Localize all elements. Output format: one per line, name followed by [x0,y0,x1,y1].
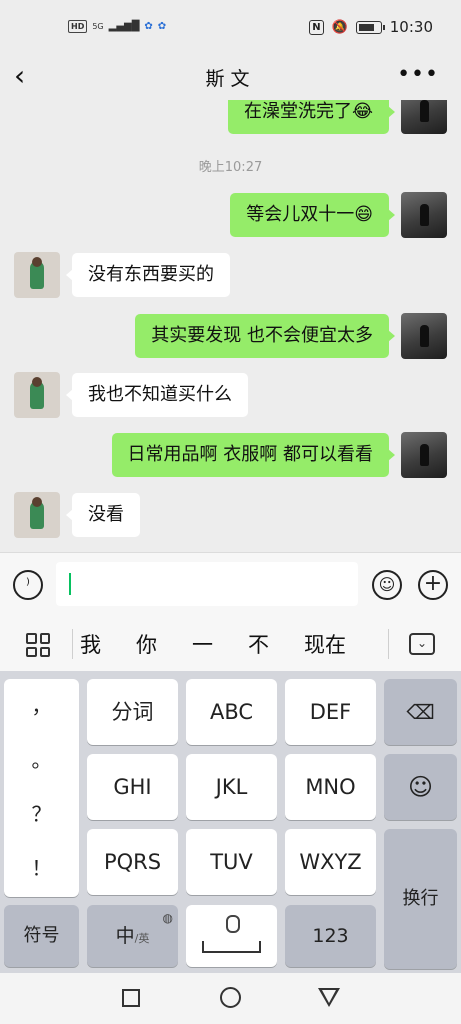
avatar-figure [420,204,429,226]
message-bubble-received[interactable]: 没看 [66,493,140,537]
battery-level [358,23,374,31]
battery-icon [355,20,385,34]
message-bubble-sent[interactable]: 其实要发现 也不会便宜太多 [135,314,395,358]
square-icon[interactable] [122,989,140,1007]
avatar-head [32,497,42,507]
my-avatar[interactable] [401,192,447,238]
candidate-word[interactable]: 我 [80,629,101,659]
avatar-figure [420,325,429,347]
divider [72,629,73,659]
key-tuv[interactable]: TUV [186,829,277,895]
space-mic-icon [226,915,240,933]
message-bubble-received[interactable]: 我也不知道买什么 [66,373,248,417]
lang-sub: /英 [134,932,150,945]
plus-icon[interactable]: + [418,570,448,600]
emoji-icon[interactable]: ☺ [372,570,402,600]
space-bar-mark [202,941,261,953]
key-wxyz[interactable]: WXYZ [285,829,376,895]
symbol-key[interactable]: 符号 [4,905,79,967]
punctuation-column: ， 。 ？ ！ [4,679,79,897]
enter-key[interactable]: 换行 [384,829,457,969]
lang-main: 中 [115,925,135,947]
circle-icon[interactable] [220,987,241,1008]
candidate-word[interactable]: 一 [192,629,213,659]
more-dots-icon[interactable]: ••• [397,62,439,87]
candidate-word[interactable]: 现在 [304,629,346,659]
key-jkl[interactable]: JKL [186,754,277,820]
contact-avatar[interactable] [14,372,60,418]
text-caret [69,573,71,595]
space-key[interactable] [186,905,277,967]
ime-candidate-bar: 我 你 一 不 现在 ⌄ [0,617,461,671]
message-list[interactable]: 在澡堂洗完了😂 晚上10:27 等会儿双十一😄 没有东西要买的 其实要发现 也不… [0,100,461,552]
avatar-head [32,257,42,267]
candidate-list: 我 你 一 不 现在 [80,629,381,659]
language-toggle-key[interactable]: 中/英 ◍ [87,905,178,967]
chat-header: ‹ 斯文 ••• [0,56,461,100]
message-input[interactable] [56,562,358,606]
key-fenci[interactable]: 分词 [87,679,178,745]
divider [388,629,389,659]
clock: 10:30 [389,18,433,36]
message-bubble-sent[interactable]: 等会儿双十一😄 [230,193,395,237]
status-right: N 🔕 10:30 [309,18,433,36]
candidate-word[interactable]: 不 [248,629,269,659]
key-ghi[interactable]: GHI [87,754,178,820]
paw-icon: ✿ [144,21,153,32]
input-bar: ⁾ ☺ + [0,552,461,617]
hd-badge: HD [68,20,88,33]
message-bubble-sent[interactable]: 在澡堂洗完了😂 [227,100,396,134]
voice-icon[interactable]: ⁾ [13,570,43,600]
globe-icon: ◍ [162,911,173,925]
my-avatar[interactable] [401,100,447,134]
timestamp: 晚上10:27 [198,160,263,175]
key-def[interactable]: DEF [285,679,376,745]
key-abc[interactable]: ABC [186,679,277,745]
punct-key[interactable]: 。 [4,733,79,787]
status-left: HD 5G ▂▄▆█ ✿ ✿ [68,20,166,33]
my-avatar[interactable] [401,432,447,478]
punct-key[interactable]: ？ [4,787,79,841]
message-bubble-sent[interactable]: 日常用品啊 衣服啊 都可以看看 [111,433,396,477]
contact-avatar[interactable] [14,492,60,538]
message-bubble-received[interactable]: 没有东西要买的 [66,253,230,297]
avatar-figure [420,444,429,466]
grid-icon[interactable] [26,633,50,657]
punct-key[interactable]: ， [4,679,79,733]
avatar-figure [420,100,429,122]
punct-key[interactable]: ！ [4,841,79,895]
status-bar: HD 5G ▂▄▆█ ✿ ✿ N 🔕 10:30 [0,0,461,56]
backspace-icon[interactable]: ⌫ [384,679,457,745]
vibrate-icon: 🔕 [331,19,348,35]
page-title: 斯文 [205,68,256,90]
nfc-icon: N [309,19,324,35]
avatar-head [32,377,42,387]
signal-icon: ▂▄▆█ [108,21,140,32]
paw-icon-2: ✿ [157,21,167,32]
candidate-word[interactable]: 你 [136,629,157,659]
contact-avatar[interactable] [14,252,60,298]
triangle-back-icon[interactable] [318,988,340,1007]
key-pqrs[interactable]: PQRS [87,829,178,895]
my-avatar[interactable] [401,313,447,359]
keyboard-collapse-icon[interactable]: ⌄ [409,633,435,655]
system-nav-bar [0,973,461,1024]
ime-keyboard: ， 。 ？ ！ 分词 ABC DEF ⌫ GHI JKL MNO ☺ PQRS … [0,671,461,973]
key-mno[interactable]: MNO [285,754,376,820]
emoji-icon[interactable]: ☺ [384,754,457,820]
numbers-key[interactable]: 123 [285,905,376,967]
network-type: 5G [92,21,104,31]
